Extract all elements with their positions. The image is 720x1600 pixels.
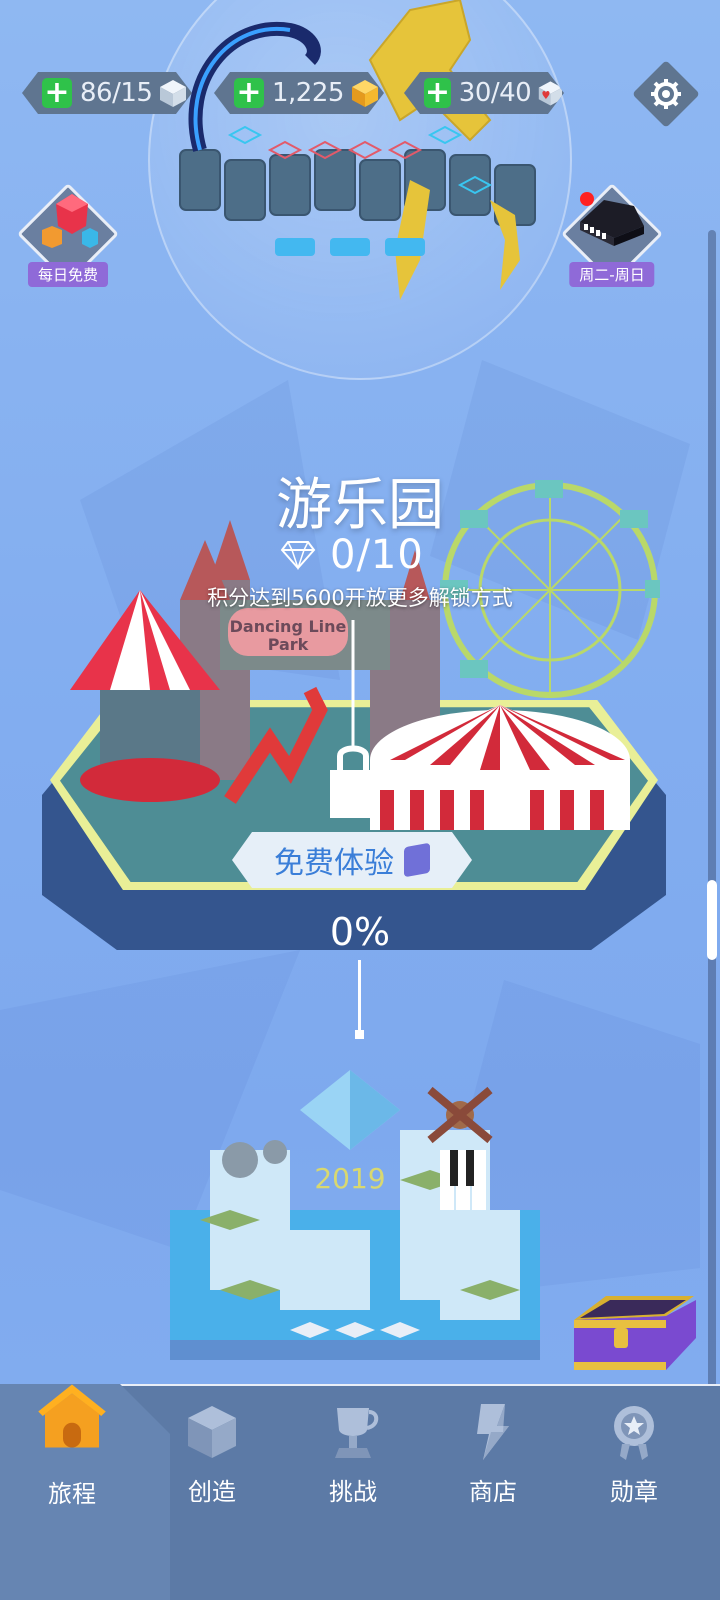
gold-value: 1,225	[272, 78, 344, 108]
gold-cube-icon	[350, 78, 380, 108]
heart-value: 30/40	[458, 78, 532, 108]
balloon-icon	[42, 194, 98, 248]
path-connector	[358, 960, 361, 1032]
daily-free-label: 每日免费	[27, 262, 109, 287]
unlock-hint: 积分达到5600开放更多解锁方式	[207, 586, 513, 610]
level-progress: 0%	[329, 910, 391, 954]
globe-scene	[179, 0, 536, 300]
nav-tab-create[interactable]: 创造	[152, 1400, 272, 1530]
nav-tab-challenge[interactable]: 挑战	[293, 1400, 413, 1530]
gem-progress: 0/10	[280, 532, 424, 578]
nav-tab-label: 商店	[469, 1478, 517, 1506]
weekly-event-label: 周二-周日	[569, 262, 655, 287]
nav-tab-label: 旅程	[48, 1480, 96, 1508]
diamond-icon	[280, 541, 316, 570]
gem-count: 0/10	[330, 532, 424, 578]
nav-tab-medals[interactable]: 勋章	[574, 1400, 694, 1530]
free-trial-label: 免费体验	[274, 846, 394, 881]
stamina-counter[interactable]: + 86/15	[22, 72, 192, 114]
house-icon	[38, 1384, 106, 1448]
heart-counter[interactable]: + 30/40	[404, 72, 564, 114]
create-cube-icon	[188, 1406, 236, 1458]
add-stamina-button[interactable]: +	[42, 78, 72, 108]
shop-icon	[477, 1404, 509, 1460]
level-title: 游乐园	[276, 473, 444, 538]
path-dot	[355, 1030, 364, 1039]
nav-tab-label: 创造	[188, 1478, 236, 1506]
park-sign-line1: Dancing Line	[230, 617, 347, 636]
park-sign-line2: Park	[268, 635, 309, 654]
white-cube-icon	[158, 78, 188, 108]
daily-free-button[interactable]: 每日免费	[17, 183, 119, 287]
add-heart-button[interactable]: +	[424, 78, 451, 108]
gear-icon	[651, 79, 681, 109]
next-level-scene[interactable]: 2019	[160, 1060, 550, 1380]
nav-tab-label: 勋章	[610, 1478, 658, 1506]
nav-tab-shop[interactable]: 商店	[433, 1400, 553, 1530]
next-level-year: 2019	[314, 1162, 385, 1195]
free-trial-icon	[404, 843, 430, 878]
nav-tab-journey[interactable]: 旅程	[12, 1380, 132, 1510]
notification-dot	[580, 192, 594, 206]
gold-counter[interactable]: + 1,225	[214, 72, 384, 114]
scroll-track[interactable]	[708, 230, 716, 1390]
add-gold-button[interactable]: +	[234, 78, 264, 108]
trophy-icon	[335, 1408, 379, 1458]
treasure-chest-icon[interactable]	[566, 1290, 700, 1376]
nav-tab-label: 挑战	[329, 1478, 377, 1506]
free-trial-button[interactable]: 免费体验	[232, 832, 472, 888]
stamina-value: 86/15	[80, 78, 153, 108]
weekly-event-button[interactable]: 周二-周日	[561, 183, 663, 287]
medal-icon	[614, 1406, 654, 1460]
